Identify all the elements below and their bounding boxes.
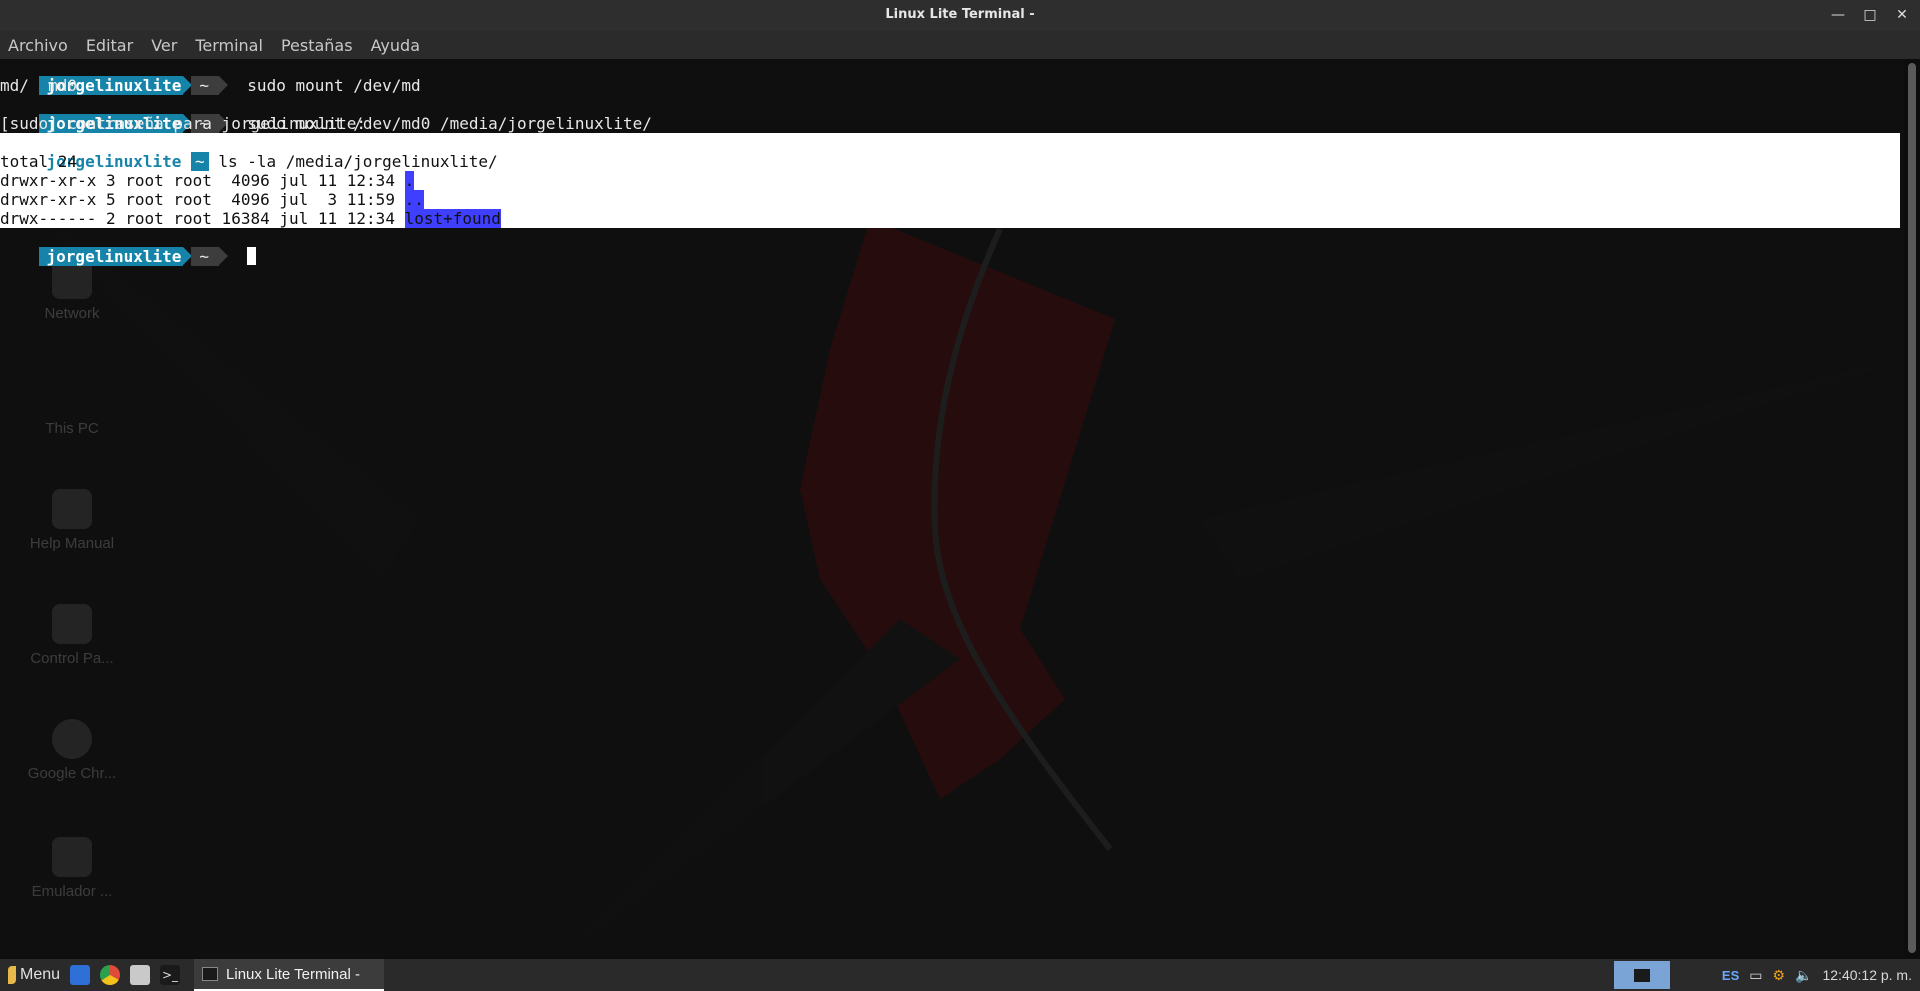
dir-name: . [404,171,415,190]
terminal-line-row: drwx------ 2 root root 16384 jul 11 12:3… [0,209,501,228]
command-text: ls -la /media/jorgelinuxlite/ [218,152,498,171]
files-icon[interactable] [130,965,151,985]
command-text: sudo mount /dev/md [247,76,421,95]
prompt-home: ~ [191,76,220,95]
desktop-icon-help-manual: Help Manual [20,489,124,552]
desktop-icon-google-chrome: Google Chr... [20,719,124,782]
start-menu-button[interactable]: Menu [8,966,60,984]
file-manager-icon[interactable] [70,965,91,985]
volume-icon[interactable]: 🔈 [1795,967,1812,984]
text-cursor [247,247,257,265]
taskbar: Menu >_ Linux Lite Terminal - ES ▭ ⚙ 🔈 1… [0,959,1920,991]
menu-ayuda[interactable]: Ayuda [371,36,420,55]
keyboard-layout[interactable]: ES [1722,968,1739,983]
display-icon[interactable]: ▭ [1749,967,1762,984]
terminal-scrollbar[interactable] [1908,63,1916,953]
terminal-line-out1: md/ md0 [0,76,78,95]
desktop-icon-control-panel: Control Pa... [20,604,124,667]
workspace-switcher[interactable] [1614,961,1670,989]
feather-icon [8,966,16,984]
close-button[interactable]: ✕ [1890,4,1914,26]
clock[interactable]: 12:40:12 p. m. [1822,967,1912,983]
system-tray: ES ▭ ⚙ 🔈 12:40:12 p. m. [1722,959,1912,991]
terminal-launcher-icon[interactable]: >_ [160,965,181,985]
menu-editar[interactable]: Editar [86,36,133,55]
menu-bar: Archivo Editar Ver Terminal Pestañas Ayu… [0,31,1920,59]
dir-name: lost+found [404,209,501,228]
terminal-line-row: drwxr-xr-x 5 root root 4096 jul 3 11:59 … [0,190,424,209]
terminal-line-total: total 24 [0,152,78,171]
terminal-line-cmd2: jorgelinuxlite ~ sudo mount /dev/md0 /med… [0,95,652,133]
terminal-line-cmd1: jorgelinuxlite ~ sudo mount /dev/md [0,59,421,95]
menu-pestanas[interactable]: Pestañas [281,36,353,55]
terminal-icon [202,967,219,981]
chrome-icon[interactable] [100,965,121,985]
task-label: Linux Lite Terminal - [226,965,360,983]
terminal-line-cmd3: jorgelinuxlite ~ ls -la /media/jorgelinu… [0,133,498,171]
taskbar-window-terminal[interactable]: Linux Lite Terminal - [194,959,385,991]
terminal-area[interactable]: Network This PC Help Manual Control Pa..… [0,59,1904,959]
menu-label: Menu [20,966,61,983]
terminal-line-out2: [sudo] contraseña para jorgelinuxlite: [0,114,367,133]
desktop-icon-this-pc: This PC [45,420,99,437]
desktop-icon-network: Network [20,259,124,322]
menu-ver[interactable]: Ver [151,36,177,55]
menu-terminal[interactable]: Terminal [195,36,263,55]
prompt-user: jorgelinuxlite [38,247,184,266]
update-icon[interactable]: ⚙ [1772,967,1785,984]
window-title: Linux Lite Terminal - [885,7,1035,22]
desktop-icon-emulador: Emulador ... [20,837,124,900]
maximize-button[interactable]: □ [1858,4,1882,26]
menu-archivo[interactable]: Archivo [8,36,68,55]
dir-name: .. [404,190,424,209]
title-bar: Linux Lite Terminal - — □ ✕ [0,0,1920,31]
terminal-line-prompt: jorgelinuxlite ~ [0,228,257,266]
minimize-button[interactable]: — [1826,4,1850,26]
prompt-home: ~ [191,152,209,171]
terminal-icon [1634,968,1650,982]
prompt-home: ~ [191,247,220,266]
terminal-line-row: drwxr-xr-x 3 root root 4096 jul 11 12:34… [0,171,415,190]
